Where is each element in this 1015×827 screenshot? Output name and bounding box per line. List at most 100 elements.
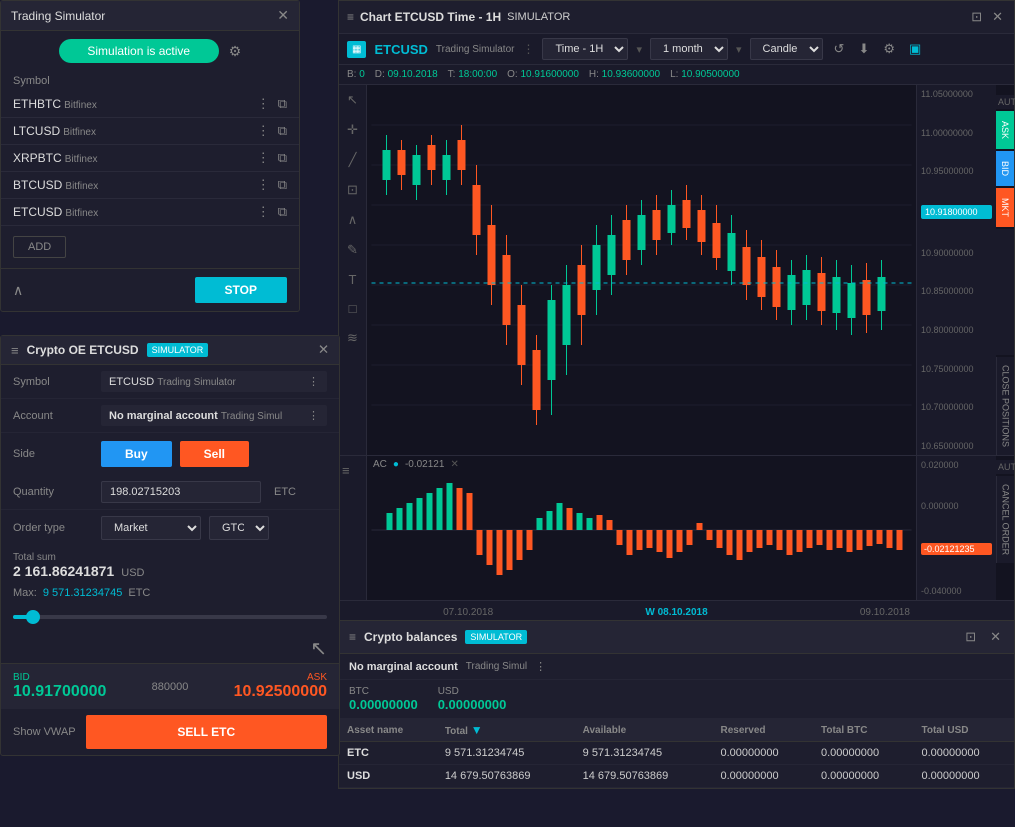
chart-tool-fib[interactable]: ∧ <box>345 209 361 231</box>
ask-side-button[interactable]: ASK <box>996 111 1014 149</box>
chart-resize-button[interactable]: ⊡ <box>968 6 985 28</box>
bid-side-button[interactable]: BID <box>996 151 1014 186</box>
date-range-select[interactable]: 1 month <box>650 38 728 60</box>
mkt-side-button[interactable]: MKT <box>996 188 1014 227</box>
refresh-icon[interactable]: ↺ <box>831 38 848 60</box>
order-type-select[interactable]: Market <box>101 516 201 540</box>
bid-ask-row: BID 10.91700000 880000 ASK 10.92500000 <box>1 663 339 709</box>
oe-close-button[interactable]: ✕ <box>318 342 329 358</box>
ohlc-l-label: L: <box>670 69 678 80</box>
chart-tool-text[interactable]: T <box>346 269 360 290</box>
max-label: Max: <box>13 587 37 599</box>
symbol-info: XRPBTC Bitfinex <box>13 151 98 165</box>
balances-close-button[interactable]: ✕ <box>987 626 1004 648</box>
balances-resize-button[interactable]: ⊡ <box>962 626 979 648</box>
col-total-btc: Total BTC <box>813 719 914 742</box>
etc-total-usd: 0.00000000 <box>913 742 1014 765</box>
candle-chart-svg <box>367 85 916 455</box>
chart-menu-icon: ≡ <box>347 10 354 24</box>
chart-tool-line[interactable]: ╱ <box>346 149 360 171</box>
fullscreen-icon[interactable]: ▣ <box>906 38 924 60</box>
osc-level-zero: 0.000000 <box>921 501 992 511</box>
balances-title: Crypto balances <box>364 630 457 644</box>
chart-tool-shapes[interactable]: □ <box>346 298 360 319</box>
chart-tool-crosshair[interactable]: ✛ <box>344 119 361 141</box>
date-label-3: 09.10.2018 <box>860 607 910 618</box>
chart-close-button[interactable]: ✕ <box>989 6 1006 28</box>
trading-simulator-close[interactable]: ✕ <box>277 7 289 24</box>
asset-usd: USD <box>339 765 437 788</box>
symbol-menu-button[interactable]: ⋮ <box>257 204 270 220</box>
symbol-menu-button[interactable]: ⋮ <box>257 123 270 139</box>
symbol-exchange: Bitfinex <box>65 208 98 219</box>
dropdown-arrow: ▾ <box>636 43 642 56</box>
settings-icon[interactable]: ⚙ <box>880 38 898 60</box>
ohlc-t-label: T: <box>448 69 456 80</box>
symbol-open-button[interactable]: ⧉ <box>278 177 287 193</box>
chart-tool-indicators[interactable]: ≋ <box>344 327 361 349</box>
col-available: Available <box>575 719 713 742</box>
add-symbol-button[interactable]: ADD <box>13 236 66 258</box>
symbol-open-button[interactable]: ⧉ <box>278 96 287 112</box>
ohlc-t-value: 18:00:00 <box>458 69 497 80</box>
osc-tool-list[interactable]: ≡ <box>339 460 353 481</box>
osc-value: -0.02121 <box>405 459 444 470</box>
balances-account-row: No marginal account Trading Simul ⋮ <box>339 654 1014 680</box>
balances-header: ≡ Crypto balances SIMULATOR ⊡ ✕ <box>339 621 1014 654</box>
oe-account-menu-icon[interactable]: ⋮ <box>308 409 319 422</box>
balances-menu-icon: ≡ <box>349 630 356 644</box>
gtc-select[interactable]: GTC <box>209 516 269 540</box>
oe-simulator-badge: SIMULATOR <box>147 343 209 357</box>
chart-tool-ruler[interactable]: ⊡ <box>344 179 361 201</box>
usd-amount: 0.00000000 <box>438 697 507 712</box>
date-label-1: 07.10.2018 <box>443 607 493 618</box>
etc-available: 9 571.31234745 <box>575 742 713 765</box>
oe-symbol-menu-icon[interactable]: ⋮ <box>308 375 319 388</box>
close-positions-button[interactable]: CLOSE POSITIONS <box>996 357 1014 455</box>
stop-button[interactable]: STOP <box>195 277 287 303</box>
chart-symbol-row: ▦ ETCUSD Trading Simulator ⋮ Time - 1H ▾… <box>339 34 1014 65</box>
symbol-exchange: Bitfinex <box>65 181 98 192</box>
usd-total: USD 0.00000000 <box>438 686 507 712</box>
slider-thumb[interactable] <box>26 610 40 624</box>
usd-reserved: 0.00000000 <box>712 765 813 788</box>
symbol-row-ethbtc: ETHBTC Bitfinex ⋮ ⧉ <box>1 91 299 118</box>
osc-dot: ● <box>393 459 399 470</box>
usd-total-btc: 0.00000000 <box>813 765 914 788</box>
osc-price-axis: 0.020000 0.000000 -0.02121235 -0.040000 <box>916 456 996 600</box>
osc-close-icon[interactable]: ✕ <box>450 459 458 470</box>
col-reserved: Reserved <box>712 719 813 742</box>
quantity-input[interactable] <box>101 481 261 503</box>
price-level-7: 10.75000000 <box>921 364 992 374</box>
balances-account-menu[interactable]: ⋮ <box>535 660 546 673</box>
sell-etc-button[interactable]: SELL ETC <box>86 715 327 749</box>
symbol-open-button[interactable]: ⧉ <box>278 150 287 166</box>
symbol-open-button[interactable]: ⧉ <box>278 123 287 139</box>
trading-simulator-title: Trading Simulator <box>11 9 105 23</box>
sell-button[interactable]: Sell <box>180 441 249 467</box>
buy-button[interactable]: Buy <box>101 441 172 467</box>
chart-tool-pen[interactable]: ✎ <box>344 239 361 261</box>
download-icon[interactable]: ⬇ <box>855 38 872 60</box>
bid-value: 10.91700000 <box>13 683 106 701</box>
symbol-open-button[interactable]: ⧉ <box>278 204 287 220</box>
time-period-select[interactable]: Time - 1H <box>542 38 628 60</box>
symbol-menu-button[interactable]: ⋮ <box>257 150 270 166</box>
simulation-active-button[interactable]: Simulation is active <box>59 39 219 63</box>
current-price-label: 10.91800000 <box>921 205 992 219</box>
simulator-bottom-bar: ∧ STOP <box>1 268 299 311</box>
symbol-name: ETCUSD <box>13 205 62 219</box>
filter-icon[interactable]: ▼ <box>471 723 483 737</box>
chart-tool-cursor[interactable]: ↖ <box>344 89 361 111</box>
balances-table: Asset name Total ▼ Available Reserved To… <box>339 719 1014 788</box>
collapse-button[interactable]: ∧ <box>13 282 23 299</box>
symbol-menu-button[interactable]: ⋮ <box>257 96 270 112</box>
symbol-row-btcusd: BTCUSD Bitfinex ⋮ ⧉ <box>1 172 299 199</box>
price-level-3: 10.95000000 <box>921 166 992 176</box>
osc-label-row: AC ● -0.02121 ✕ <box>367 456 916 473</box>
bid-section: BID 10.91700000 <box>13 672 106 701</box>
chart-type-select[interactable]: Candle <box>750 38 823 60</box>
symbol-menu-button[interactable]: ⋮ <box>257 177 270 193</box>
gear-icon[interactable]: ⚙ <box>229 43 242 60</box>
cancel-order-button[interactable]: CANCEL ORDER <box>996 476 1014 563</box>
